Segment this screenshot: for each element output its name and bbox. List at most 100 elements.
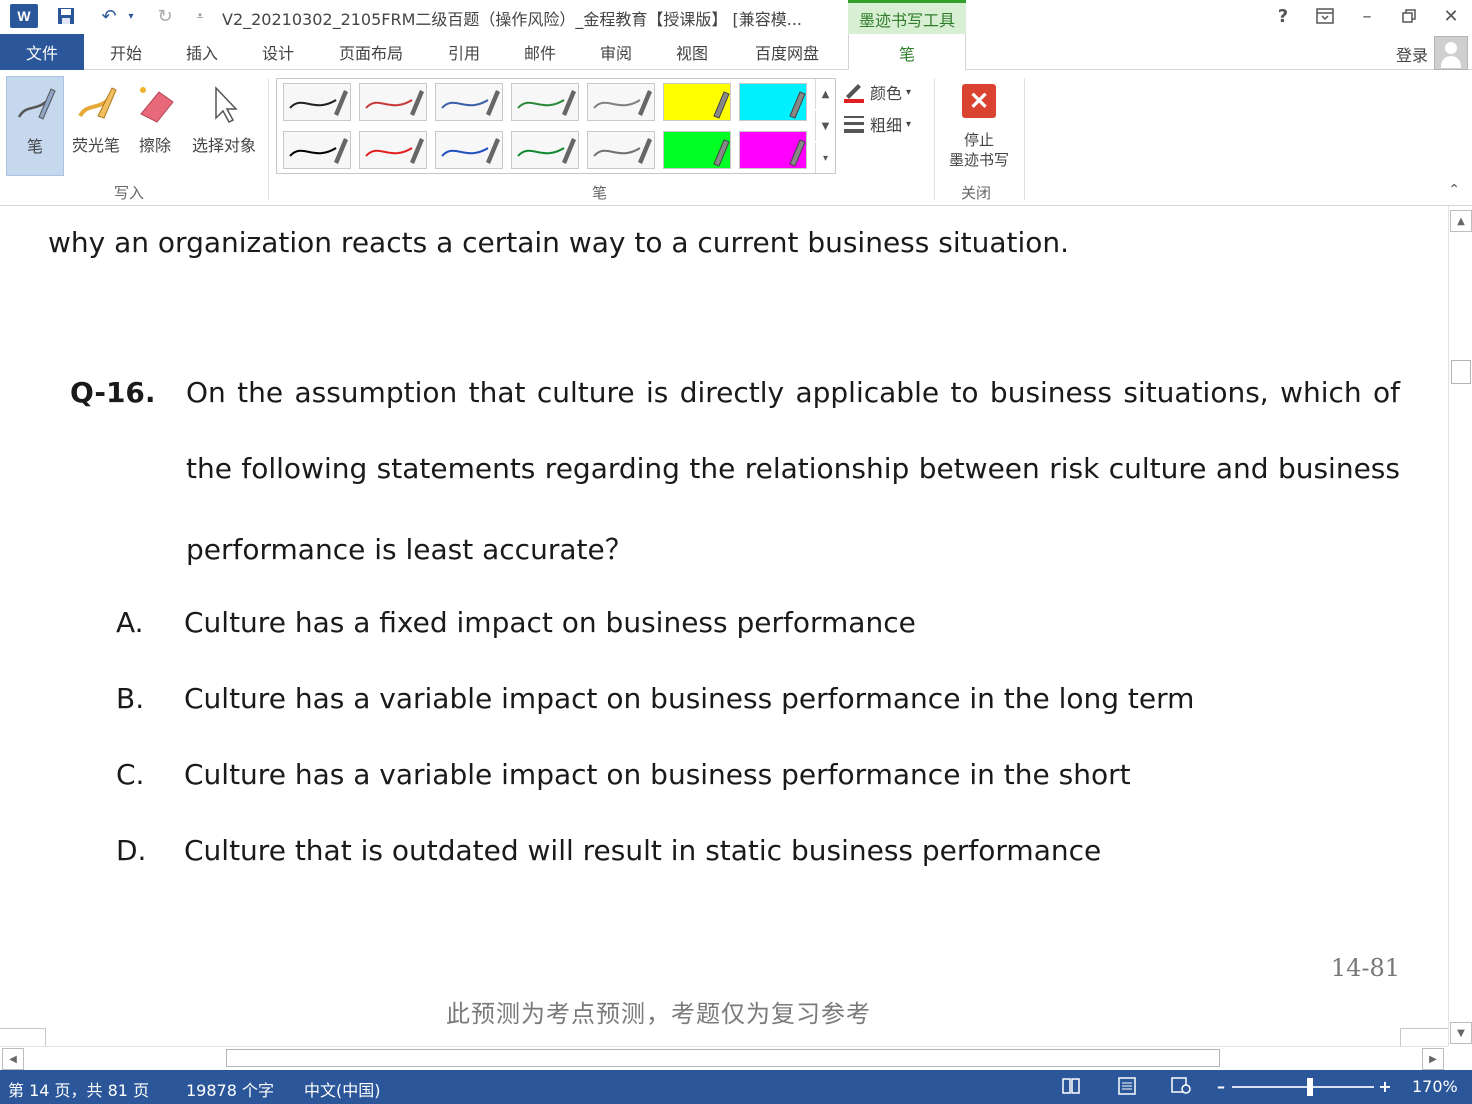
highlighter-button[interactable]: 荧光笔: [66, 76, 126, 176]
tab-pen[interactable]: 笔: [848, 34, 966, 71]
thickness-button[interactable]: 粗细 ▾: [842, 110, 911, 138]
tab-home[interactable]: 开始: [96, 34, 156, 70]
eraser-button-label: 擦除: [138, 136, 171, 155]
pen-swatch[interactable]: [435, 131, 503, 169]
pen-swatch[interactable]: [587, 83, 655, 121]
close-group-label: 关闭: [961, 184, 992, 202]
undo-icon[interactable]: ↶: [94, 2, 124, 30]
group-separator: [934, 78, 935, 200]
stop-inking-button[interactable]: ✕ 停止 墨迹书写: [940, 76, 1018, 176]
save-icon[interactable]: [52, 2, 80, 30]
select-objects-button[interactable]: 选择对象: [184, 76, 264, 176]
page-count-status[interactable]: 第 14 页，共 81 页: [8, 1077, 149, 1101]
zoom-slider-track[interactable]: [1232, 1086, 1374, 1088]
question-line-1: On the assumption that culture is direct…: [186, 376, 1400, 409]
option-a-letter: A.: [116, 606, 144, 639]
margin-marker-right: [1400, 1028, 1448, 1046]
tab-file[interactable]: 文件: [0, 34, 84, 70]
group-separator: [268, 78, 269, 200]
zoom-level[interactable]: 170%: [1412, 1077, 1458, 1096]
question-number: Q-16.: [70, 376, 156, 409]
redo-icon[interactable]: ↻: [150, 2, 180, 30]
eraser-button[interactable]: 擦除: [128, 76, 182, 176]
scroll-right-icon[interactable]: ▶: [1422, 1048, 1444, 1070]
document-title: V2_20210302_2105FRM二级百题（操作风险）_金程教育【授课版】 …: [222, 10, 802, 29]
vertical-scrollbar[interactable]: ▲ ▼: [1448, 206, 1472, 1046]
print-layout-icon[interactable]: [1116, 1076, 1138, 1096]
pen-swatch[interactable]: [283, 83, 351, 121]
collapse-ribbon-icon[interactable]: ⌃: [1448, 182, 1460, 198]
tab-insert[interactable]: 插入: [172, 34, 232, 70]
pen-swatch[interactable]: [283, 131, 351, 169]
stop-inking-label-line2: 墨迹书写: [948, 151, 1009, 169]
sign-in-link[interactable]: 登录: [1396, 42, 1428, 66]
scroll-up-icon[interactable]: ▲: [1450, 210, 1472, 232]
tab-review[interactable]: 审阅: [586, 34, 646, 70]
color-dropdown-icon: ▾: [906, 86, 912, 98]
pen-swatch[interactable]: [511, 83, 579, 121]
cursor-arrow-icon: [202, 76, 246, 132]
tab-view[interactable]: 视图: [662, 34, 722, 70]
ink-tools-context-title: 墨迹书写工具: [848, 0, 966, 34]
pen-swatch[interactable]: [511, 131, 579, 169]
minimize-icon[interactable]: –: [1348, 2, 1386, 30]
tab-mailings[interactable]: 邮件: [510, 34, 570, 70]
highlighter-swatch[interactable]: [663, 83, 731, 121]
eraser-icon: [133, 76, 177, 132]
scroll-left-icon[interactable]: ◀: [2, 1048, 24, 1070]
ribbon-tabs: 文件 开始 插入 设计 页面布局 引用 邮件 审阅 视图 百度网盘 笔 登录: [0, 34, 1472, 71]
zoom-in-icon[interactable]: +: [1374, 1076, 1396, 1096]
color-button[interactable]: 颜色 ▾: [842, 78, 911, 106]
help-icon[interactable]: ?: [1264, 2, 1302, 30]
pen-swatch[interactable]: [435, 83, 503, 121]
user-avatar-icon[interactable]: [1434, 36, 1468, 70]
language-status[interactable]: 中文(中国): [304, 1077, 381, 1101]
highlighter-swatch[interactable]: [739, 131, 807, 169]
gallery-more-icon[interactable]: ▾: [815, 143, 835, 173]
margin-marker-left: [0, 1028, 46, 1046]
ribbon-display-options-icon[interactable]: [1306, 2, 1344, 30]
tab-page-layout[interactable]: 页面布局: [324, 34, 418, 70]
close-icon[interactable]: ✕: [1432, 2, 1470, 30]
zoom-slider-thumb[interactable]: [1307, 1078, 1314, 1096]
status-bar: 第 14 页，共 81 页 19878 个字 中文(中国) – + 170%: [0, 1070, 1472, 1104]
gallery-scroll-down-icon[interactable]: ▼: [815, 111, 835, 141]
option-c-text: Culture has a variable impact on busines…: [184, 758, 1131, 791]
thickness-dropdown-icon: ▾: [906, 118, 912, 130]
horizontal-scrollbar[interactable]: ◀ ▶: [0, 1046, 1448, 1070]
gallery-scroll-up-icon[interactable]: ▲: [815, 79, 835, 109]
customize-quick-access-icon[interactable]: ⩡: [190, 2, 210, 30]
read-mode-icon[interactable]: [1060, 1076, 1082, 1096]
zoom-out-icon[interactable]: –: [1210, 1076, 1232, 1096]
option-b-letter: B.: [116, 682, 145, 715]
thickness-button-label: 粗细: [870, 116, 903, 135]
scrollbar-corner: [1448, 1046, 1472, 1070]
previous-paragraph-line: why an organization reacts a certain way…: [48, 226, 1070, 259]
highlighter-swatch[interactable]: [663, 131, 731, 169]
option-d-text: Culture that is outdated will result in …: [184, 834, 1102, 867]
scroll-down-icon[interactable]: ▼: [1450, 1022, 1472, 1044]
pen-swatch[interactable]: [359, 131, 427, 169]
restore-icon[interactable]: [1390, 2, 1428, 30]
word-window: W ↶ ▾ ↻ ⩡ V2_20210302_2105FRM二级百题（操作风险）_…: [0, 0, 1472, 1104]
question-line-2: the following statements regarding the r…: [186, 452, 1400, 485]
tab-references[interactable]: 引用: [434, 34, 494, 70]
pen-swatch[interactable]: [359, 83, 427, 121]
select-objects-button-label: 选择对象: [191, 136, 256, 155]
pens-group-label: 笔: [592, 184, 608, 202]
vertical-scroll-thumb[interactable]: [1451, 360, 1471, 384]
stop-inking-label-line1: 停止: [963, 131, 994, 149]
web-layout-icon[interactable]: [1170, 1076, 1192, 1096]
word-count-status[interactable]: 19878 个字: [186, 1077, 274, 1101]
undo-dropdown-icon[interactable]: ▾: [124, 2, 138, 30]
highlighter-swatch[interactable]: [739, 83, 807, 121]
pen-button[interactable]: 笔: [6, 76, 64, 176]
highlighter-icon: [74, 76, 118, 132]
footer-note: 此预测为考点预测，考题仅为复习参考: [446, 1000, 871, 1028]
horizontal-scroll-thumb[interactable]: [226, 1049, 1220, 1067]
pen-swatch[interactable]: [587, 131, 655, 169]
document-page[interactable]: why an organization reacts a certain way…: [0, 206, 1448, 1046]
tab-design[interactable]: 设计: [248, 34, 308, 70]
pen-button-label: 笔: [26, 137, 43, 156]
tab-baidu-netdisk[interactable]: 百度网盘: [740, 34, 834, 70]
